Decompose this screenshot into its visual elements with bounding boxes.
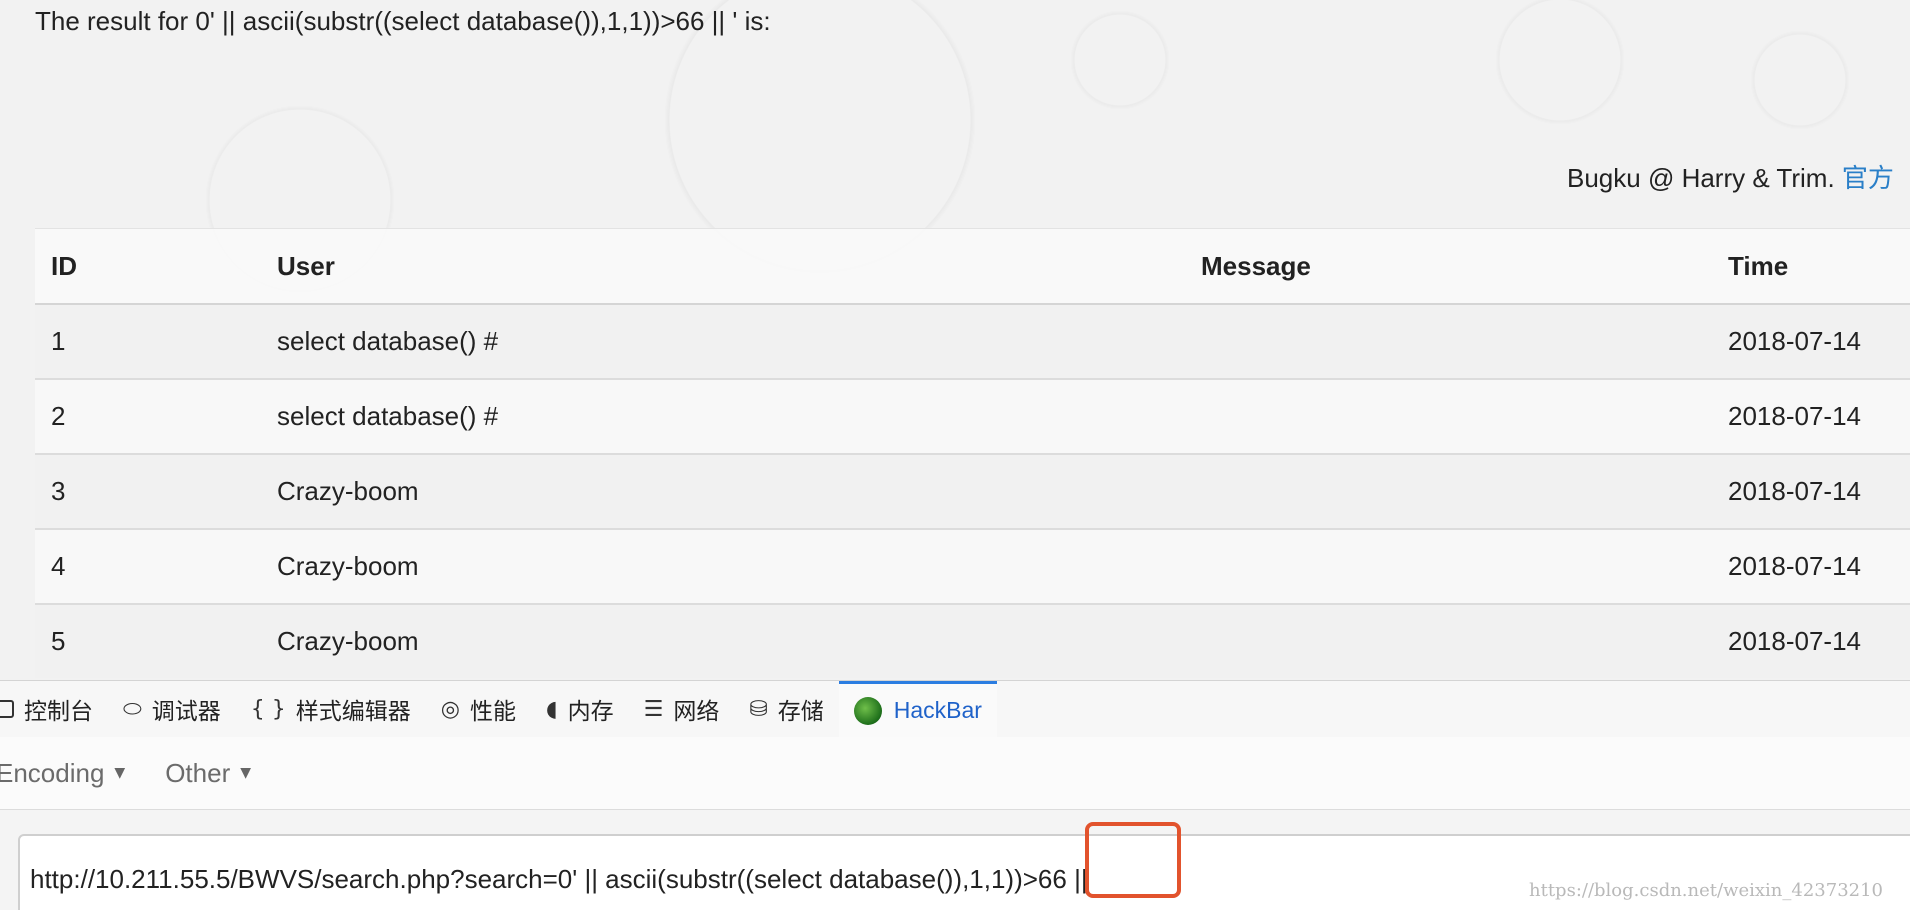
cell-user: Crazy-boom [261,453,1185,529]
caret-down-icon: ▼ [240,765,252,781]
cell-message [1185,603,1712,678]
performance-icon: ◎ [440,696,460,722]
console-icon [0,700,14,718]
style-editor-icon: { } [250,696,286,722]
cell-time: 2018-07-14 [1712,528,1910,604]
tab-debugger[interactable]: ⬭ 调试器 [108,681,236,737]
encoding-menu[interactable]: Encoding ▼ [0,758,125,789]
annotation-highlight-box [1085,822,1181,898]
credit-line: Bugku @ Harry & Trim. 官方 [1567,158,1894,195]
tab-label: 存储 [777,698,824,724]
table-row: 4 Crazy-boom 2018-07-14 [35,528,1910,604]
header-time: Time [1712,228,1910,305]
cell-id: 3 [35,453,261,529]
cell-user: Crazy-boom [261,603,1185,678]
results-table: ID User Message Time 1 select database()… [35,228,1910,678]
table-row: 1 select database() # 2018-07-14 [35,303,1910,379]
cell-message [1185,453,1712,529]
page: The result for 0' || ascii(substr((selec… [0,0,1910,910]
hackbar-icon [853,696,882,725]
debugger-icon: ⬭ [123,696,142,722]
other-menu[interactable]: Other ▼ [165,758,251,789]
tab-network[interactable]: ☰ 网络 [629,681,735,737]
tab-label: 调试器 [151,698,221,724]
cell-user: select database() # [261,378,1185,454]
table-row: 5 Crazy-boom 2018-07-14 [35,603,1910,678]
cell-time: 2018-07-14 [1712,378,1910,454]
table-row: 3 Crazy-boom 2018-07-14 [35,453,1910,529]
cell-id: 2 [35,378,261,454]
cell-time: 2018-07-14 [1712,603,1910,678]
devtools-tab-bar: 控制台 ⬭ 调试器 { } 样式编辑器 ◎ 性能 ◖ 内存 ☰ 网络 ⛁ 存储 … [0,680,1910,738]
network-icon: ☰ [643,696,664,722]
cell-time: 2018-07-14 [1712,453,1910,529]
cell-id: 4 [35,528,261,604]
tab-hackbar[interactable]: HackBar [838,680,997,738]
cell-id: 1 [35,303,261,379]
menu-label: Encoding [0,757,105,788]
cell-message [1185,528,1712,604]
cell-time: 2018-07-14 [1712,303,1910,379]
header-message: Message [1185,228,1712,305]
caret-down-icon: ▼ [114,765,126,781]
hackbar-menu-bar: Encoding ▼ Other ▼ [0,737,1910,810]
memory-icon: ◖ [546,696,558,722]
watermark: https://blog.csdn.net/weixin_42373210 [1529,880,1884,901]
tab-label: 内存 [567,698,614,724]
cell-message [1185,303,1712,379]
tab-label: 性能 [470,698,516,724]
cell-id: 5 [35,603,261,678]
tab-storage[interactable]: ⛁ 存储 [734,681,838,737]
header-id: ID [35,228,261,305]
storage-icon: ⛁ [749,696,768,722]
cell-user: select database() # [261,303,1185,379]
tab-label: 样式编辑器 [295,698,411,724]
tab-label: 网络 [673,698,720,724]
tab-performance[interactable]: ◎ 性能 [426,681,531,737]
credit-text: Bugku @ Harry & Trim. [1567,163,1842,193]
cell-message [1185,378,1712,454]
cell-user: Crazy-boom [261,528,1185,604]
menu-label: Other [165,757,231,788]
header-user: User [261,228,1185,305]
tab-style-editor[interactable]: { } 样式编辑器 [236,681,426,737]
tab-label: 控制台 [24,698,93,724]
official-link[interactable]: 官方 [1842,163,1894,193]
result-heading: The result for 0' || ascii(substr((selec… [35,6,771,36]
tab-memory[interactable]: ◖ 内存 [531,681,629,737]
table-row: 2 select database() # 2018-07-14 [35,378,1910,454]
table-header-row: ID User Message Time [35,228,1910,305]
tab-label: HackBar [893,697,982,723]
tab-console[interactable]: 控制台 [0,681,108,737]
